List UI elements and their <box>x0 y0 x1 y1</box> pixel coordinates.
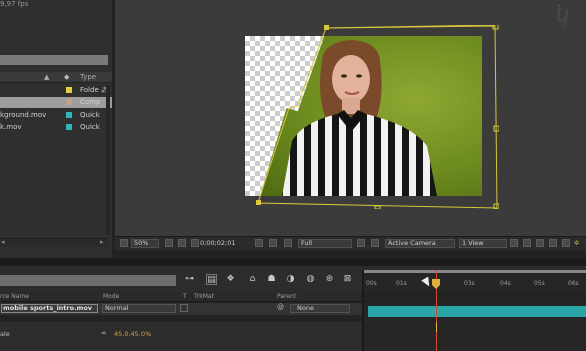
region-of-interest-icon[interactable] <box>357 239 365 247</box>
motion-blur-icon[interactable]: ◑ <box>285 274 296 285</box>
logo-watermark-icon: ʮ <box>555 2 568 27</box>
column-source-name[interactable]: rce Name <box>0 293 29 300</box>
project-hscrollbar[interactable]: ◂ ▸ <box>0 238 108 247</box>
pick-whip-icon[interactable]: @ <box>277 303 284 311</box>
project-scrollbar[interactable] <box>106 85 110 235</box>
layer-bounding-box[interactable] <box>245 25 499 209</box>
label-color-swatch[interactable] <box>66 112 72 118</box>
keyframe-marker[interactable] <box>436 322 437 332</box>
blend-mode-dropdown[interactable]: Normal <box>102 304 176 313</box>
ruler-tick: 01s <box>396 280 407 287</box>
scale-label: ale <box>0 330 10 338</box>
toggle-pixel-icon[interactable] <box>510 239 518 247</box>
magnification-toggle-icon[interactable] <box>120 239 128 247</box>
resolution-dropdown[interactable]: Full <box>298 239 352 248</box>
snapshot-icon[interactable] <box>255 239 263 247</box>
scale-property-row <box>0 322 364 351</box>
live-update-icon[interactable]: ▤ <box>206 274 217 285</box>
project-item[interactable]: k.mov Quick <box>0 122 112 133</box>
grid-icon[interactable] <box>178 239 186 247</box>
project-item-type: Quick <box>80 123 100 131</box>
ruler-tick: 04s <box>500 280 511 287</box>
exposure-icon[interactable]: ✲ <box>574 239 579 248</box>
column-mode[interactable]: Mode <box>103 293 119 300</box>
project-item-type: Folde <box>80 86 99 94</box>
bbox-handle[interactable] <box>374 205 381 209</box>
transparency-grid-icon[interactable] <box>371 239 379 247</box>
project-item-name: k.mov <box>0 123 22 131</box>
project-item-type: Comp <box>80 98 101 106</box>
camera-dropdown[interactable]: Active Camera <box>385 239 455 248</box>
constrain-proportions-icon[interactable]: ∞ <box>101 329 107 337</box>
fps-label: 9,97 fps <box>0 0 29 8</box>
frame-blending-icon[interactable]: ☗ <box>266 274 277 285</box>
layer-name-field[interactable]: mobile sports_intro.mov <box>1 304 98 313</box>
scroll-right-icon[interactable]: ▸ <box>100 238 104 246</box>
label-color-swatch[interactable] <box>66 99 72 105</box>
work-area-bar[interactable] <box>364 270 586 273</box>
layer-duration-bar[interactable] <box>368 306 586 317</box>
label-color-swatch[interactable] <box>66 87 72 93</box>
parent-dropdown[interactable]: None <box>290 304 350 313</box>
project-item[interactable]: Folde <box>0 85 112 96</box>
comp-mini-flowchart-icon[interactable]: ⊶ <box>184 274 195 285</box>
hide-shy-layers-icon[interactable]: ⌂ <box>247 274 258 285</box>
label-color-swatch[interactable] <box>66 124 72 130</box>
timeline-search-input[interactable] <box>0 275 176 286</box>
viewer-toolbar: 50% 0;00;02;01 Full Active Camera 1 View… <box>115 236 586 250</box>
project-item-type: Quick <box>80 111 100 119</box>
column-type[interactable]: Type <box>80 73 96 81</box>
scale-value[interactable]: 45,0,45,0% <box>114 330 151 338</box>
project-item[interactable]: Comp <box>0 97 112 108</box>
graph-editor-icon[interactable]: ⊛ <box>324 274 335 285</box>
channel-icon[interactable] <box>284 239 292 247</box>
column-parent[interactable]: Parent <box>277 293 296 300</box>
safe-zones-icon[interactable] <box>165 239 173 247</box>
current-timecode[interactable]: 0;00;02;01 <box>200 239 236 248</box>
sort-arrow-icon[interactable]: ▲ <box>44 73 49 81</box>
draft-3d-icon[interactable]: ❖ <box>225 274 236 285</box>
scroll-left-icon[interactable]: ◂ <box>1 238 5 246</box>
brainstorm-icon[interactable]: ◍ <box>305 274 316 285</box>
project-item[interactable]: kground.mov Quick <box>0 110 112 121</box>
timeline-icon[interactable] <box>536 239 544 247</box>
project-search-input[interactable] <box>0 55 108 65</box>
reset-exposure-icon[interactable] <box>562 239 570 247</box>
show-snapshot-icon[interactable] <box>269 239 277 247</box>
column-t[interactable]: T <box>183 293 187 300</box>
column-trkmat[interactable]: TrkMat <box>194 293 214 300</box>
flowchart-view-icon[interactable] <box>549 239 557 247</box>
project-item-name: kground.mov <box>0 111 47 119</box>
fast-preview-icon[interactable] <box>523 239 531 247</box>
label-tag-icon[interactable]: ◆ <box>64 73 69 81</box>
preserve-transparency-checkbox[interactable] <box>180 304 188 312</box>
mask-vertex-handle[interactable] <box>256 200 261 205</box>
adjust-icon[interactable]: ⊠ <box>342 274 353 285</box>
ruler-tick: 05s <box>534 280 545 287</box>
view-layout-dropdown[interactable]: 1 View <box>459 239 507 248</box>
mask-vertex-handle[interactable] <box>324 25 329 30</box>
panel-divider[interactable] <box>0 258 586 266</box>
mask-visibility-icon[interactable] <box>191 239 199 247</box>
ruler-tick: 03s <box>464 280 475 287</box>
zoom-dropdown[interactable]: 50% <box>131 239 159 248</box>
timeline-column-header <box>0 292 364 302</box>
ruler-tick: 06s <box>568 280 579 287</box>
ruler-tick: 00s <box>366 280 377 287</box>
project-list-header: ▲ ◆ Type <box>0 72 112 83</box>
